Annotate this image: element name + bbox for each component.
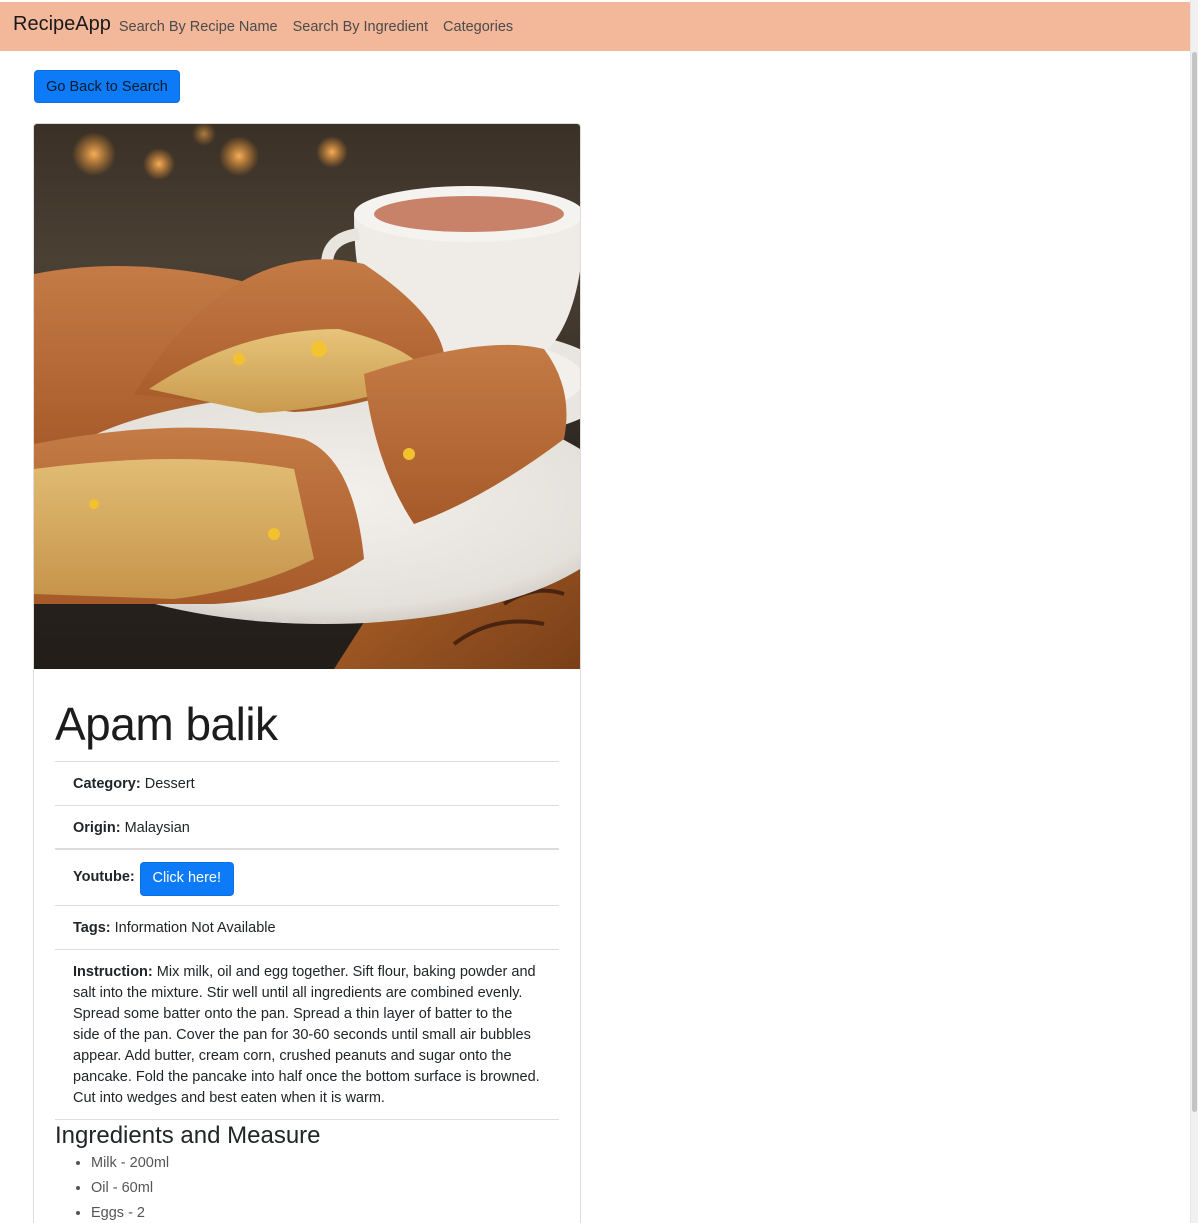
nav-categories[interactable]: Categories <box>443 19 513 35</box>
ingredient-item: Oil - 60ml <box>91 1176 559 1201</box>
recipe-info-list: Category: Dessert Origin: Malaysian Yout… <box>55 761 559 1120</box>
ingredient-item: Eggs - 2 <box>91 1201 559 1223</box>
youtube-item: Youtube: Click here! <box>55 850 559 906</box>
scrollbar[interactable] <box>1190 0 1198 1223</box>
instruction-label: Instruction: <box>73 964 157 980</box>
youtube-link-button[interactable]: Click here! <box>139 861 234 896</box>
nav-search-by-name[interactable]: Search By Recipe Name <box>119 19 278 35</box>
ingredients-heading: Ingredients and Measure <box>55 1122 321 1149</box>
category-label: Category: <box>73 776 145 792</box>
brand-logo[interactable]: RecipeApp <box>13 13 111 36</box>
instruction-text: Mix milk, oil and egg together. Sift flo… <box>73 964 540 1106</box>
category-item: Category: Dessert <box>55 762 559 806</box>
ingredients-list: Milk - 200ml Oil - 60ml Eggs - 2 <box>55 1151 559 1223</box>
recipe-title: Apam balik <box>55 698 278 750</box>
instruction-item: Instruction: Mix milk, oil and egg toget… <box>55 950 559 1120</box>
tags-item: Tags: Information Not Available <box>55 906 559 950</box>
origin-label: Origin: <box>73 820 125 836</box>
tags-label: Tags: <box>73 920 115 936</box>
recipe-card: Apam balik Category: Dessert Origin: Mal… <box>33 123 581 1223</box>
recipe-image <box>34 124 580 669</box>
recipe-details: Apam balik Category: Dessert Origin: Mal… <box>34 696 580 1223</box>
go-back-button[interactable]: Go Back to Search <box>34 70 180 103</box>
navbar: RecipeApp Search By Recipe Name Search B… <box>0 2 1190 51</box>
ingredient-item: Milk - 200ml <box>91 1151 559 1176</box>
scrollbar-thumb[interactable] <box>1192 52 1197 1112</box>
tags-value: Information Not Available <box>114 920 276 936</box>
recipe-page: RecipeApp Search By Recipe Name Search B… <box>0 0 1198 1223</box>
youtube-label: Youtube: <box>73 869 135 885</box>
category-value: Dessert <box>144 776 195 792</box>
origin-item: Origin: Malaysian <box>55 806 559 850</box>
nav-search-by-ingredient[interactable]: Search By Ingredient <box>293 19 428 35</box>
origin-value: Malaysian <box>124 820 190 836</box>
